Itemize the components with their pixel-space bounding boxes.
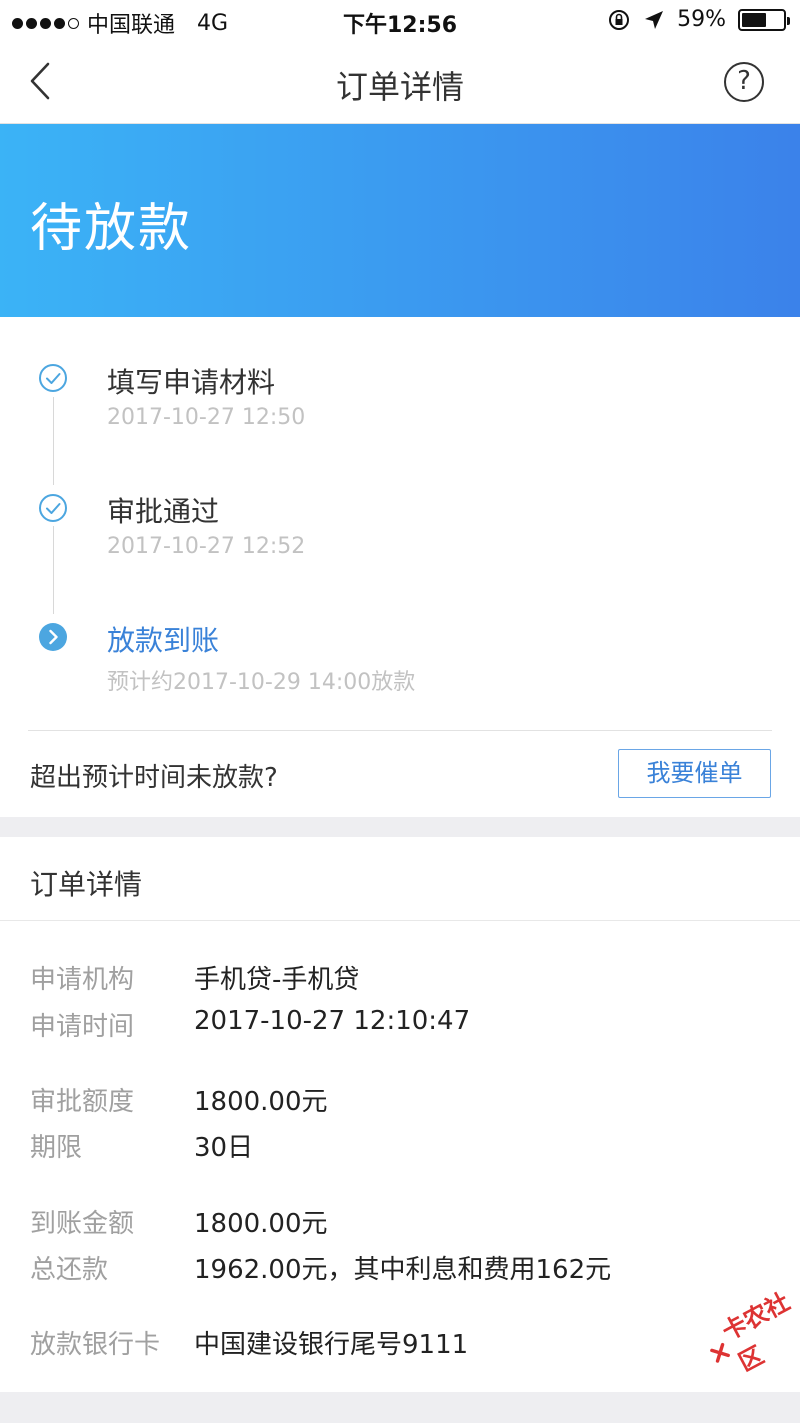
detail-row: 申请时间 2017-10-27 12:10:47 <box>0 1006 800 1052</box>
chevron-right-circle-icon <box>39 623 67 651</box>
detail-row: 总还款 1962.00元，其中利息和费用162元 <box>0 1249 800 1295</box>
timeline-connector <box>53 526 54 614</box>
timeline-step-title: 填写申请材料 <box>107 366 276 399</box>
location-arrow-icon <box>645 10 664 29</box>
detail-value: 2017-10-27 12:10:47 <box>194 1006 471 1036</box>
details-title: 订单详情 <box>30 868 143 901</box>
timeline-step-time: 2017-10-27 12:50 <box>107 405 306 430</box>
detail-label: 期限 <box>30 1133 83 1163</box>
bottom-gap <box>0 1392 800 1423</box>
nav-bar: 订单详情 ? <box>0 42 800 124</box>
detail-label: 审批额度 <box>30 1087 135 1117</box>
detail-value: 中国建设银行尾号9111 <box>194 1330 469 1360</box>
timeline-step-estimate: 预计约2017-10-29 14:00放款 <box>107 670 416 695</box>
check-circle-icon <box>39 494 67 522</box>
urge-row: 超出预计时间未放款? 我要催单 <box>0 731 800 817</box>
timeline-step-title: 审批通过 <box>107 495 220 528</box>
status-banner: 待放款 <box>0 124 800 317</box>
detail-row: 审批额度 1800.00元 <box>0 1081 800 1127</box>
detail-label: 到账金额 <box>30 1209 135 1239</box>
detail-row: 放款银行卡 中国建设银行尾号9111 <box>0 1324 800 1370</box>
detail-value: 1962.00元，其中利息和费用162元 <box>194 1255 612 1285</box>
rotation-lock-icon <box>609 9 630 30</box>
order-status-title: 待放款 <box>30 199 193 259</box>
urge-prompt: 超出预计时间未放款? <box>30 763 278 793</box>
section-gap <box>0 817 800 837</box>
question-circle-icon[interactable]: ? <box>724 62 764 102</box>
status-right: 59% <box>607 7 790 32</box>
detail-label: 放款银行卡 <box>30 1330 161 1360</box>
check-circle-icon <box>39 364 67 392</box>
battery-percent: 59% <box>677 7 726 32</box>
detail-label: 申请时间 <box>30 1012 135 1042</box>
timeline-step-time: 2017-10-27 12:52 <box>107 534 306 559</box>
detail-value: 手机贷-手机贷 <box>194 965 360 995</box>
battery-level <box>742 12 766 27</box>
detail-value: 1800.00元 <box>194 1209 328 1239</box>
details-header: 订单详情 <box>0 837 800 921</box>
progress-timeline: 填写申请材料 2017-10-27 12:50 审批通过 2017-10-27 … <box>0 317 800 732</box>
detail-row: 申请机构 手机贷-手机贷 <box>0 959 800 1005</box>
urge-order-button[interactable]: 我要催单 <box>618 749 771 798</box>
timeline-step-title-current: 放款到账 <box>107 624 220 657</box>
status-bar: 中国联通 4G 下午12:56 59% <box>0 0 800 42</box>
battery-icon <box>738 8 790 31</box>
timeline-connector <box>53 397 54 485</box>
detail-label: 总还款 <box>30 1255 109 1285</box>
detail-row: 期限 30日 <box>0 1127 800 1173</box>
page-title: 订单详情 <box>335 68 464 106</box>
detail-row: 到账金额 1800.00元 <box>0 1203 800 1249</box>
detail-label: 申请机构 <box>30 965 135 995</box>
detail-value: 30日 <box>194 1133 254 1163</box>
detail-value: 1800.00元 <box>194 1087 328 1117</box>
